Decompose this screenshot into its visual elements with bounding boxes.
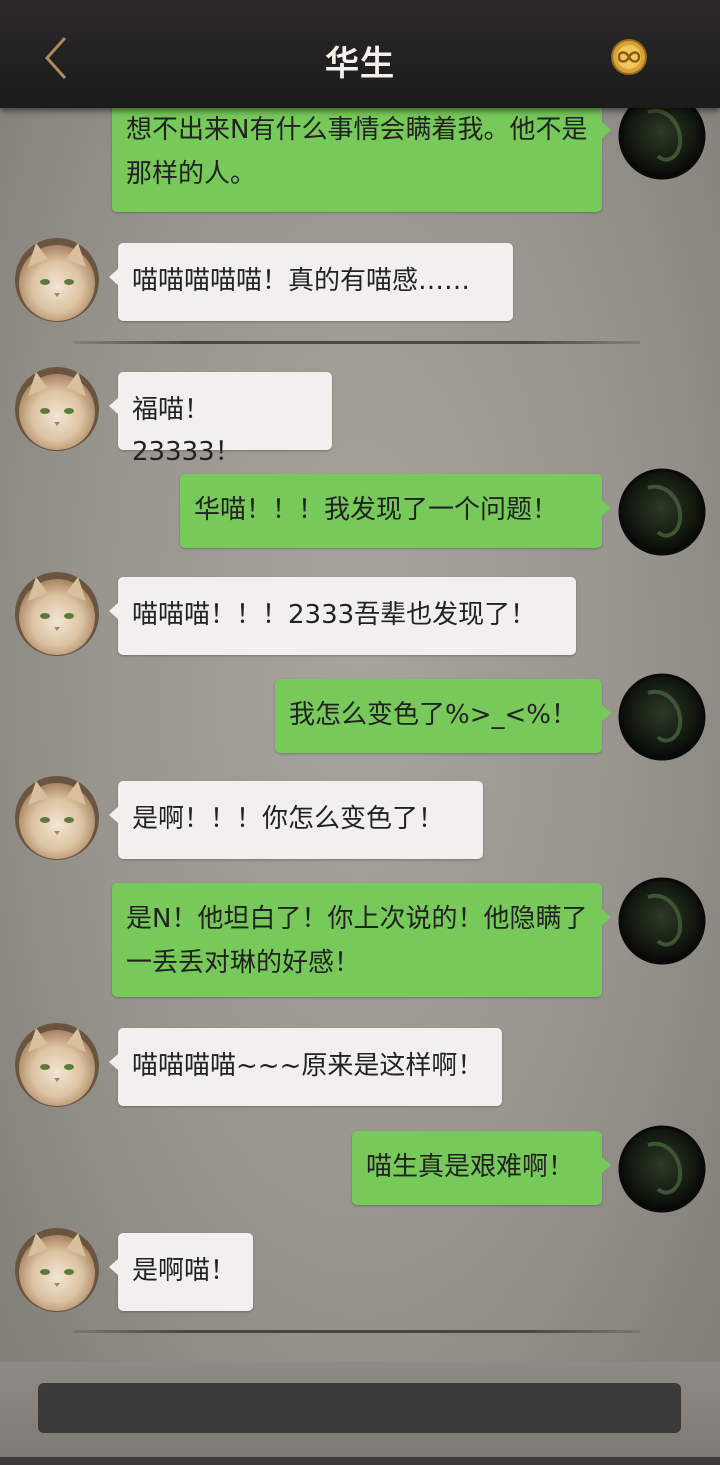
message-text: 喵喵喵！！！2333吾辈也发现了！ — [132, 600, 537, 630]
message-text: 是啊！！！你怎么变色了！ — [132, 804, 445, 834]
message-text: 想不出来N有什么事情会瞒着我。他不是那样的人。 — [126, 115, 588, 189]
section-divider — [74, 1330, 640, 1333]
message-text: 喵生真是艰难啊！ — [366, 1152, 575, 1182]
message-text: 我怎么变色了%>_<%！ — [289, 700, 577, 730]
avatar-cat[interactable] — [14, 1022, 100, 1108]
input-bar — [0, 1362, 720, 1465]
avatar-self[interactable] — [618, 877, 706, 965]
message-text: 福喵！23333！ — [132, 395, 241, 467]
avatar-cat[interactable] — [14, 775, 100, 861]
outgoing-bubble[interactable]: 喵生真是艰难啊！ — [352, 1131, 611, 1205]
avatar-self[interactable] — [618, 468, 706, 556]
avatar-self[interactable] — [618, 1125, 706, 1213]
chat-area[interactable]: 想不出来N有什么事情会瞒着我。他不是那样的人。 喵喵喵喵喵！真的有喵感…… 福喵… — [0, 0, 720, 1360]
message-text: 喵喵喵喵~~~原来是这样啊！ — [132, 1051, 484, 1081]
incoming-bubble[interactable]: 喵喵喵喵~~~原来是这样啊！ — [109, 1028, 502, 1106]
message-text: 是N！他坦白了！你上次说的！他隐瞒了一丢丢对琳的好感！ — [126, 904, 588, 978]
bottom-edge — [0, 1457, 720, 1465]
incoming-bubble[interactable]: 是啊喵！ — [109, 1233, 253, 1311]
incoming-bubble[interactable]: 福喵！23333！ — [109, 372, 332, 467]
outgoing-bubble[interactable]: 我怎么变色了%>_<%！ — [275, 679, 611, 753]
top-bar: 华生 — [0, 0, 720, 108]
outgoing-bubble[interactable]: 想不出来N有什么事情会瞒着我。他不是那样的人。 — [112, 96, 611, 212]
section-divider — [74, 341, 640, 344]
incoming-bubble[interactable]: 喵喵喵喵喵！真的有喵感…… — [109, 243, 513, 321]
incoming-bubble[interactable]: 喵喵喵！！！2333吾辈也发现了！ — [109, 577, 576, 655]
avatar-self[interactable] — [618, 673, 706, 761]
message-text: 华喵！！！我发现了一个问题！ — [194, 495, 559, 525]
message-input[interactable] — [38, 1383, 681, 1433]
avatar-cat[interactable] — [14, 1227, 100, 1313]
avatar-cat[interactable] — [14, 366, 100, 452]
message-text: 喵喵喵喵喵！真的有喵感…… — [132, 266, 471, 296]
outgoing-bubble[interactable]: 华喵！！！我发现了一个问题！ — [180, 474, 611, 548]
avatar-cat[interactable] — [14, 571, 100, 657]
incoming-bubble[interactable]: 是啊！！！你怎么变色了！ — [109, 781, 483, 859]
avatar-cat[interactable] — [14, 237, 100, 323]
outgoing-bubble[interactable]: 是N！他坦白了！你上次说的！他隐瞒了一丢丢对琳的好感！ — [112, 883, 611, 997]
message-text: 是啊喵！ — [132, 1256, 237, 1286]
infinity-coin-icon[interactable] — [609, 38, 649, 76]
